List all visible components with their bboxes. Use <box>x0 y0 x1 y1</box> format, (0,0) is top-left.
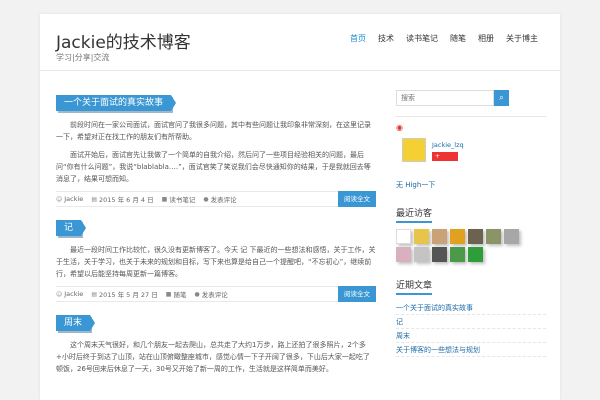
weibo-card: Jackie_lzq + <box>396 138 546 168</box>
user-icon: ☺ <box>56 290 63 298</box>
comment-icon: ● <box>194 290 200 298</box>
nav-item-album[interactable]: 相册 <box>472 33 500 45</box>
post-date-text: 2015 年 6 月 4 日 <box>98 196 154 204</box>
recent-post-link[interactable]: 记 <box>396 315 546 329</box>
nav-item-notes[interactable]: 读书笔记 <box>400 33 444 45</box>
folder-icon: ■ <box>161 195 168 203</box>
weibo-avatar[interactable] <box>402 138 426 162</box>
post-comments[interactable]: ● 发表评论 <box>194 289 228 300</box>
nav-item-home[interactable]: 首页 <box>344 33 372 45</box>
calendar-icon: ▤ <box>91 290 97 298</box>
post-paragraph: 最近一段时间工作比较忙，很久没有更新博客了。今天 记 下最近的一些想法和感悟，关… <box>56 246 376 278</box>
read-more-button[interactable]: 阅读全文 <box>338 286 376 302</box>
recent-posts-list: 一个关于面试的真实故事 记 周末 关于博客的一些想法与规划 <box>396 301 546 357</box>
post-author-name: Jackie <box>64 195 84 203</box>
post-title[interactable]: 记 <box>56 220 87 236</box>
post-date: ▤ 2015 年 6 月 4 日 <box>91 194 154 205</box>
recent-visitors-title: 最近访客 <box>396 206 433 223</box>
nav-item-about[interactable]: 关于博主 <box>500 33 544 45</box>
post-title[interactable]: 一个关于面试的真实故事 <box>56 95 177 111</box>
visitor-avatar[interactable] <box>432 247 447 262</box>
post-excerpt: 前段时间在一家公司面试，面试官问了我很多问题，其中有些问题让我印象非常深刻，在这… <box>56 119 376 185</box>
user-icon: ☺ <box>56 195 63 203</box>
visitor-avatar[interactable] <box>414 247 429 262</box>
nav-item-essays[interactable]: 随笔 <box>444 33 472 45</box>
search-icon: ⌕ <box>499 93 504 102</box>
post-meta: ☺ Jackie ▤ 2015 年 6 月 4 日 ■ 读书笔记 ● 发表评论 阅读全文 <box>56 191 376 207</box>
recent-visitors-grid <box>396 229 546 262</box>
post-paragraph: 前段时间在一家公司面试，面试官问了我很多问题，其中有些问题让我印象非常深刻，在这… <box>56 121 371 141</box>
post-excerpt: 最近一段时间工作比较忙，很久没有更新博客了。今天 记 下最近的一些想法和感悟，关… <box>56 244 376 280</box>
post-comments-text: 发表评论 <box>201 291 228 299</box>
post-category-text: 随笔 <box>173 291 187 299</box>
post-author[interactable]: ☺ Jackie <box>56 290 83 298</box>
post-paragraph: 面试开始后，面试官先让我做了一个简单的自我介绍，然后问了一些项目经验相关的问题，… <box>56 151 371 183</box>
weibo-icon: ◉ <box>396 123 403 132</box>
visitor-avatar[interactable] <box>468 247 483 262</box>
recent-post-link[interactable]: 周末 <box>396 329 546 343</box>
post-date-text: 2015 年 5 月 27 日 <box>98 291 158 299</box>
post-category[interactable]: ■ 读书笔记 <box>161 194 196 205</box>
visitor-avatar[interactable] <box>450 229 465 244</box>
comment-icon: ● <box>203 195 209 203</box>
search-input[interactable] <box>396 90 494 106</box>
post-excerpt: 这个周末天气很好，和几个朋友一起去爬山，总共走了大约1万步，路上还拍了很多照片，… <box>56 339 376 375</box>
recent-post-link[interactable]: 关于博客的一些想法与规划 <box>396 343 546 357</box>
visitor-avatar[interactable] <box>504 229 519 244</box>
high-link[interactable]: 无 High一下 <box>396 180 546 190</box>
main-nav: 首页 技术 读书笔记 随笔 相册 关于博主 <box>344 33 544 45</box>
visitor-avatar[interactable] <box>396 229 411 244</box>
page-container: Jackie的技术博客 学习|分享|交流 首页 技术 读书笔记 随笔 相册 关于… <box>40 14 560 400</box>
post-date: ▤ 2015 年 5 月 27 日 <box>91 289 158 300</box>
post: 一个关于面试的真实故事 前段时间在一家公司面试，面试官问了我很多问题，其中有些问… <box>56 90 376 207</box>
visitor-avatar[interactable] <box>396 247 411 262</box>
post-comments[interactable]: ● 发表评论 <box>203 194 237 205</box>
visitor-avatar[interactable] <box>432 229 447 244</box>
post-meta: ☺ Jackie ▤ 2015 年 5 月 27 日 ■ 随笔 ● 发表评论 阅读全文 <box>56 286 376 302</box>
visitor-avatar[interactable] <box>468 229 483 244</box>
post: 周末 这个周末天气很好，和几个朋友一起去爬山，总共走了大约1万步，路上还拍了很多… <box>56 310 376 375</box>
recent-post-link[interactable]: 一个关于面试的真实故事 <box>396 301 546 315</box>
recent-posts-title: 近期文章 <box>396 278 433 295</box>
post-category-text: 读书笔记 <box>169 196 196 204</box>
divider <box>396 116 546 117</box>
visitor-avatar[interactable] <box>450 247 465 262</box>
folder-icon: ■ <box>165 290 172 298</box>
post-paragraph: 这个周末天气很好，和几个朋友一起去爬山，总共走了大约1万步，路上还拍了很多照片，… <box>56 341 370 373</box>
visitor-avatar[interactable] <box>486 229 501 244</box>
post-category[interactable]: ■ 随笔 <box>165 289 187 300</box>
search-form: ⌕ <box>396 90 509 106</box>
main-content: 一个关于面试的真实故事 前段时间在一家公司面试，面试官问了我很多问题，其中有些问… <box>56 90 376 381</box>
search-button[interactable]: ⌕ <box>494 90 509 106</box>
site-description: 学习|分享|交流 <box>56 53 110 62</box>
nav-item-tech[interactable]: 技术 <box>372 33 400 45</box>
site-header: Jackie的技术博客 学习|分享|交流 首页 技术 读书笔记 随笔 相册 关于… <box>40 14 560 71</box>
post-author[interactable]: ☺ Jackie <box>56 195 83 203</box>
read-more-button[interactable]: 阅读全文 <box>338 191 376 207</box>
post: 记 最近一段时间工作比较忙，很久没有更新博客了。今天 记 下最近的一些想法和感悟… <box>56 215 376 302</box>
visitor-avatar[interactable] <box>414 229 429 244</box>
site-title[interactable]: Jackie的技术博客 <box>56 28 191 53</box>
post-comments-text: 发表评论 <box>210 196 237 204</box>
post-author-name: Jackie <box>64 290 84 298</box>
calendar-icon: ▤ <box>91 195 97 203</box>
weibo-follow-button[interactable]: + <box>432 152 458 161</box>
weibo-username[interactable]: Jackie_lzq <box>432 141 464 149</box>
post-title[interactable]: 周末 <box>56 315 96 331</box>
sidebar: ⌕ ◉ Jackie_lzq + 无 High一下 最近访客 近期文章 一个 <box>396 90 546 357</box>
